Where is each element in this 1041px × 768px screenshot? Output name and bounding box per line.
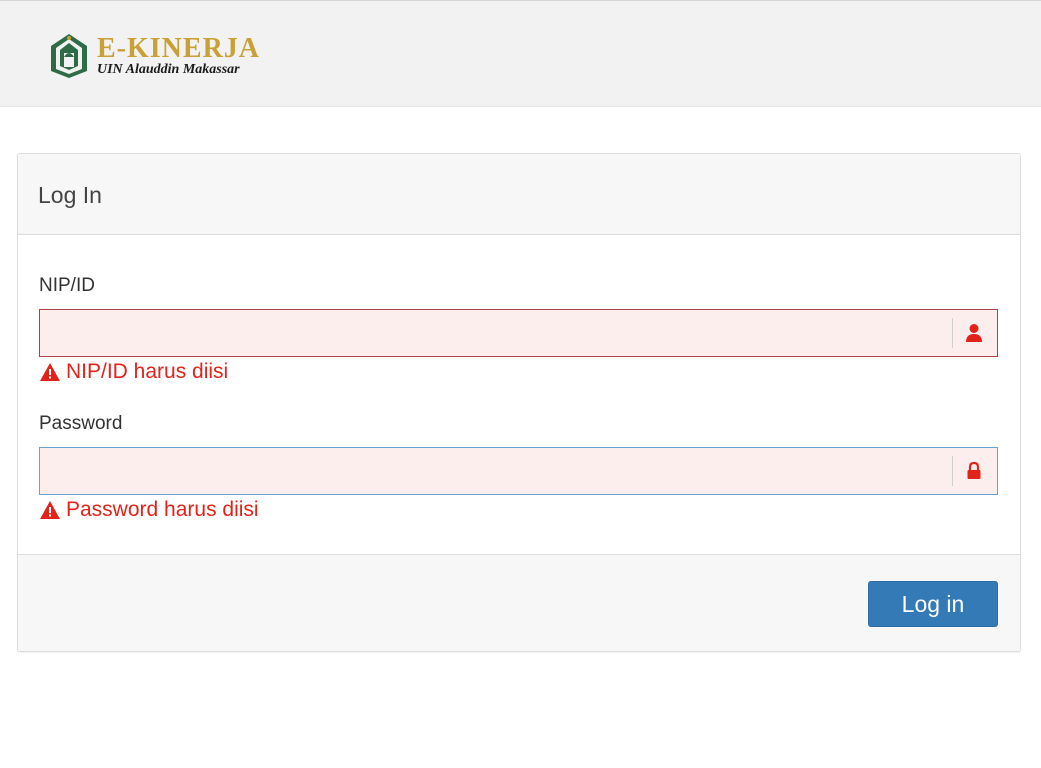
input-addon-divider <box>952 318 953 348</box>
password-label: Password <box>39 413 123 434</box>
user-icon <box>966 324 982 342</box>
nip-input[interactable] <box>40 310 952 356</box>
brand-title: E-KINERJA <box>97 33 261 64</box>
mosque-emblem-icon <box>51 34 87 78</box>
login-button[interactable]: Log in <box>868 581 998 627</box>
login-panel-title: Log In <box>38 182 102 208</box>
password-input[interactable] <box>40 448 952 494</box>
login-panel-footer: Log in <box>18 554 1020 651</box>
nip-input-group <box>39 309 998 357</box>
top-navbar: E-KINERJA UIN Alauddin Makassar <box>0 0 1041 107</box>
warning-icon <box>40 363 60 381</box>
nip-error-text: NIP/ID harus diisi <box>66 360 229 383</box>
login-panel: Log In NIP/ID NIP/ID harus diisi Passwor… <box>17 153 1021 652</box>
password-error-text: Password harus diisi <box>66 498 259 521</box>
input-addon-divider <box>952 456 953 486</box>
brand-subtitle: UIN Alauddin Makassar <box>97 62 240 77</box>
login-panel-header: Log In <box>18 154 1020 235</box>
password-input-group <box>39 447 998 495</box>
nip-label: NIP/ID <box>39 275 95 296</box>
lock-icon <box>967 461 981 479</box>
brand-logo[interactable]: E-KINERJA UIN Alauddin Makassar <box>49 33 259 83</box>
warning-icon <box>40 501 60 519</box>
